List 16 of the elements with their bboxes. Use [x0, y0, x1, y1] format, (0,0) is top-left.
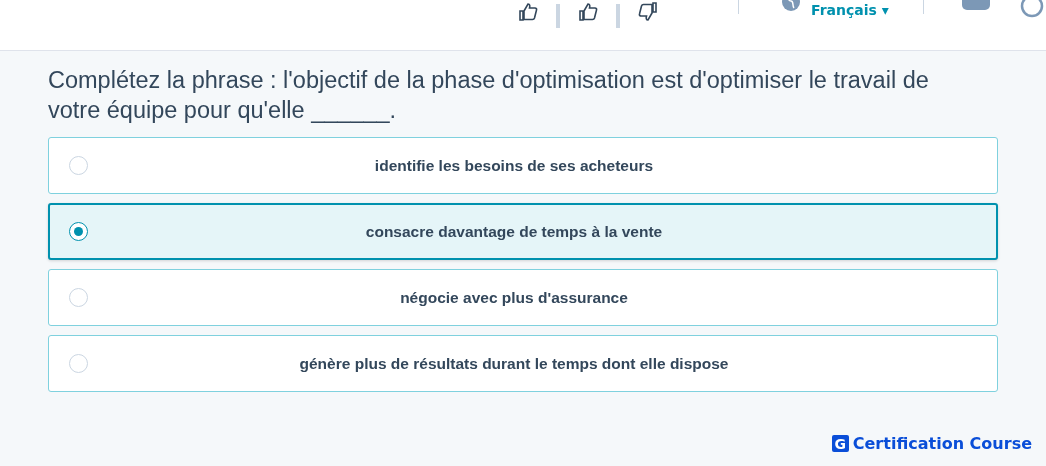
option-label: identifie les besoins de ses acheteurs [373, 156, 655, 175]
option-label: consacre davantage de temps à la vente [364, 222, 664, 241]
brand-name: Certification Course [852, 434, 1032, 453]
brand-logo: G [831, 435, 849, 452]
option-label: négocie avec plus d'assurance [399, 288, 629, 307]
thumbs-up-icon[interactable] [578, 2, 598, 22]
language-dropdown[interactable]: Français ▾ [801, 2, 889, 18]
radio-button[interactable] [69, 222, 88, 241]
answer-option[interactable]: identifie les besoins de ses acheteurs [48, 137, 998, 194]
answer-option[interactable]: négocie avec plus d'assurance [48, 269, 998, 326]
question-text: Complétez la phrase : l'objectif de la phase d'optimisation est d'optimiser le travail de votre équipe pour qu'elle ______. [48, 66, 930, 125]
option-label: génère plus de résultats durant le temps dont elle dispose [298, 354, 730, 373]
thumbs-down-icon[interactable] [638, 2, 658, 22]
thumbs-up-icon[interactable] [518, 2, 538, 22]
answer-option[interactable]: consacre davantage de temps à la vente [48, 203, 998, 260]
answer-option[interactable]: génère plus de résultats durant le temps dont elle dispose [48, 335, 998, 392]
